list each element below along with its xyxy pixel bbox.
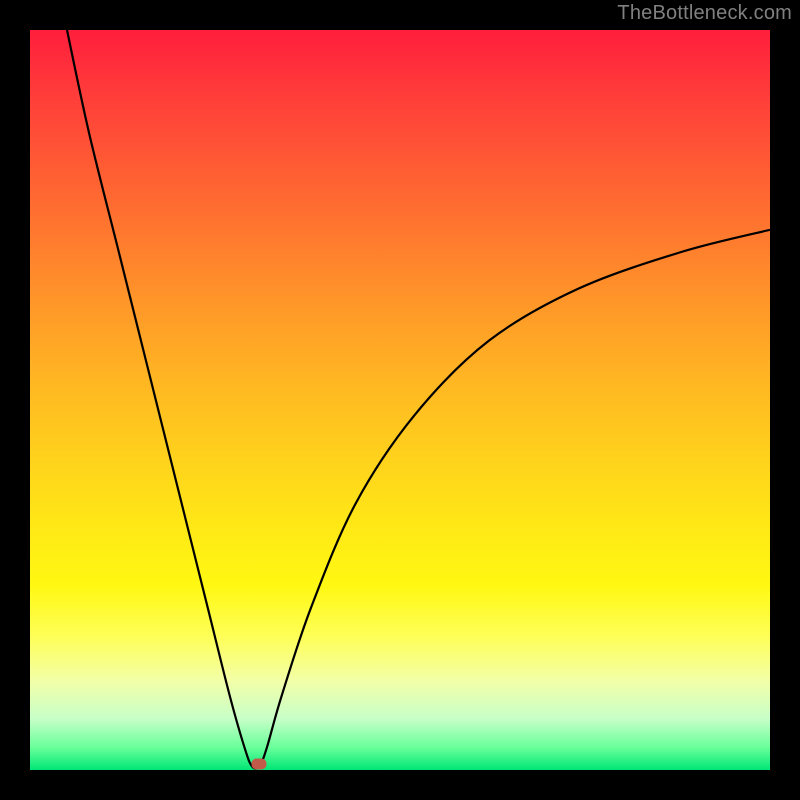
- chart-frame: TheBottleneck.com: [0, 0, 800, 800]
- plot-area: [30, 30, 770, 770]
- optimum-marker: [252, 759, 267, 770]
- bottleneck-curve: [30, 30, 770, 770]
- watermark-label: TheBottleneck.com: [617, 2, 792, 25]
- curve-path: [67, 30, 770, 769]
